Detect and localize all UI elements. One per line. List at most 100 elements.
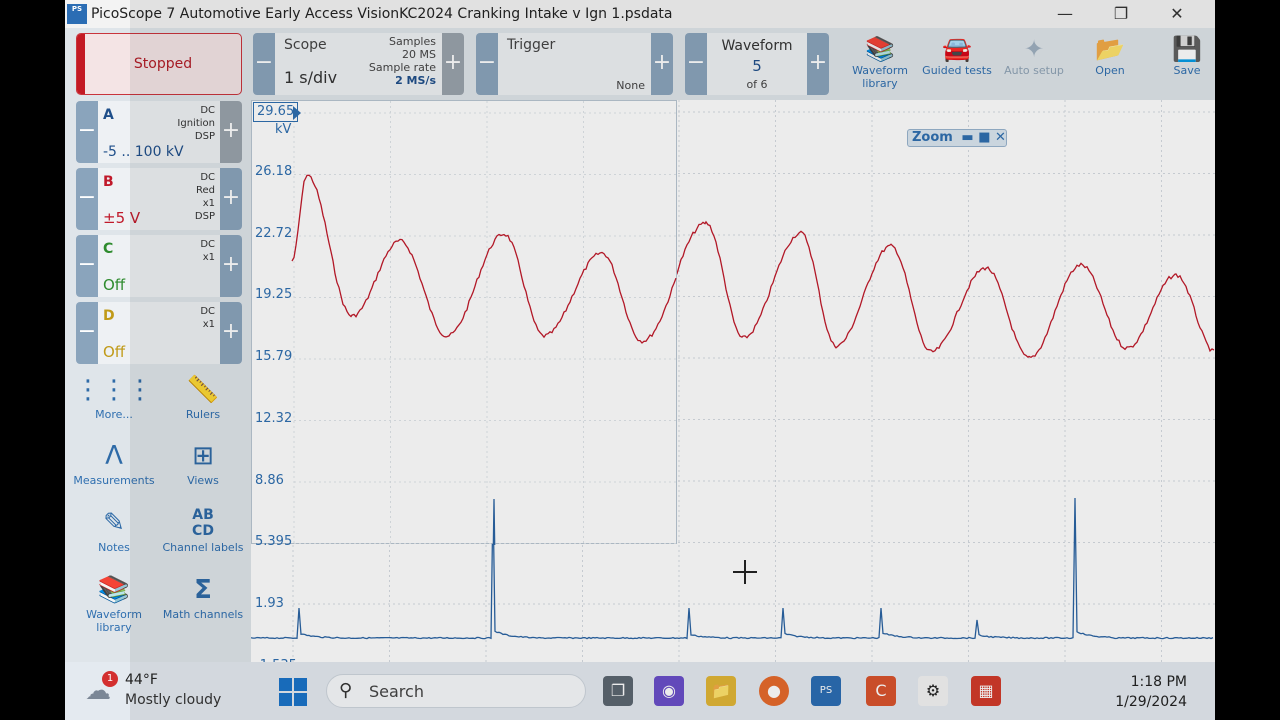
more-button[interactable]: ⋮⋮⋮ More... <box>69 372 159 421</box>
waveform-library-label: Waveform library <box>852 64 908 90</box>
app-logo-icon: PS <box>67 4 87 24</box>
channel-d-decrease-button[interactable]: − <box>76 302 98 364</box>
search-placeholder: Search <box>369 682 424 701</box>
scope-increase-button[interactable]: + <box>442 33 464 95</box>
open-label: Open <box>1095 64 1125 77</box>
scope-decrease-button[interactable]: − <box>253 33 275 95</box>
y-tick-label: 22.72 <box>255 225 293 241</box>
zoom-minimize-icon[interactable]: ▬ <box>961 130 973 145</box>
channel-a-decrease-button[interactable]: − <box>76 101 98 163</box>
app-piston-icon[interactable]: ⚙ <box>918 676 948 706</box>
weather-condition: Mostly cloudy <box>125 692 222 708</box>
guided-tests-button[interactable]: 🚘 Guided tests <box>922 34 992 96</box>
channel-labels-label: Channel labels <box>162 541 244 554</box>
app-grid-icon[interactable]: ▦ <box>971 676 1001 706</box>
windows-taskbar: ☁ 1 44°F Mostly cloudy ⚲ Search ❐ ◉ 📁 ● … <box>65 662 1215 720</box>
channel-b-range: ±5 V <box>103 209 141 227</box>
timebase-value: 1 s/div <box>284 68 338 87</box>
trigger-mode: None <box>616 79 645 92</box>
minimize-icon[interactable]: — <box>1037 0 1093 28</box>
waveform-next-button[interactable]: + <box>807 33 829 95</box>
save-button[interactable]: 💾 Save <box>1152 34 1215 96</box>
scope-label: Scope <box>284 37 327 53</box>
channel-b-extra: x1 DSP <box>194 198 215 222</box>
picoscope-taskbar-icon[interactable]: PS <box>811 676 841 706</box>
taskbar-clock[interactable]: 1:18 PM 1/29/2024 <box>1115 672 1187 712</box>
more-label: More... <box>95 408 133 421</box>
zoom-maximize-icon[interactable]: ■ <box>978 130 990 145</box>
trigger-decrease-button[interactable]: − <box>476 33 498 95</box>
y-tick-label: 5.395 <box>255 534 293 550</box>
y-tick-label: 8.86 <box>255 472 284 488</box>
zoom-overview-plot <box>291 101 678 545</box>
notes-label: Notes <box>98 541 130 554</box>
taskbar-search[interactable]: ⚲ Search <box>326 674 586 708</box>
zoom-overview-box[interactable]: Zoom ▬ ■ ✕ <box>907 129 1007 147</box>
grid-icon: ⊞ <box>192 441 214 471</box>
rulers-button[interactable]: 📏 Rulers <box>158 372 248 421</box>
measurements-button[interactable]: Λ Measurements <box>69 438 159 487</box>
channel-panel: − A DC Ignition DSP -5 .. 100 kV + − B D… <box>65 100 251 662</box>
file-explorer-icon[interactable]: 📁 <box>706 676 736 706</box>
channel-b-increase-button[interactable]: + <box>220 168 242 230</box>
waveform-previous-button[interactable]: − <box>685 33 707 95</box>
trigger-increase-button[interactable]: + <box>651 33 673 95</box>
waveform-control: − Waveform 5 of 6 + <box>685 33 829 95</box>
y-tick-label: 26.18 <box>255 164 293 179</box>
channel-d[interactable]: − D DC x1 Off + <box>76 302 242 364</box>
stopped-label: Stopped <box>133 56 193 72</box>
wand-icon: ✦ <box>1023 35 1045 63</box>
zoom-grid-lines <box>293 101 678 545</box>
clock-date: 1/29/2024 <box>1115 694 1187 710</box>
channel-d-label: D <box>103 308 115 324</box>
stopped-button[interactable]: Stopped <box>76 33 242 95</box>
scope-plot-area[interactable]: Zoom ▬ ■ ✕ 29.65 kV 26.18 22.72 19.25 15.79… <box>251 100 1215 673</box>
views-button[interactable]: ⊞ Views <box>158 438 248 487</box>
dots-grid-icon: ⋮⋮⋮ <box>75 375 153 405</box>
auto-setup-label: Auto setup <box>1004 64 1064 77</box>
channel-a-coupling: DC <box>200 105 215 116</box>
zoom-close-icon[interactable]: ✕ <box>995 130 1006 145</box>
task-view-icon[interactable]: ❐ <box>603 676 633 706</box>
channel-d-increase-button[interactable]: + <box>220 302 242 364</box>
channel-c-label: C <box>103 241 114 257</box>
channel-c-increase-button[interactable]: + <box>220 235 242 297</box>
y-axis-top-value[interactable]: 29.65 <box>253 102 299 122</box>
waveform-library-side-button[interactable]: 📚 Waveform library <box>69 572 159 634</box>
y-axis-unit: kV <box>275 122 292 137</box>
channel-a-increase-button[interactable]: + <box>220 101 242 163</box>
waveform-library-button[interactable]: 📚 Waveform library <box>845 34 915 96</box>
channel-c[interactable]: − C DC x1 Off + <box>76 235 242 297</box>
channel-d-info: DC x1 <box>200 305 215 331</box>
channel-b[interactable]: − B DC Red x1 DSP ±5 V + <box>76 168 242 230</box>
samples-label: Samples <box>389 35 436 48</box>
weather-widget[interactable]: ☁ 1 44°F Mostly cloudy <box>85 671 225 712</box>
sampling-info: Samples 20 MS Sample rate 2 MS/s <box>369 35 436 87</box>
channel-b-decrease-button[interactable]: − <box>76 168 98 230</box>
channel-b-probe: Red <box>196 185 215 196</box>
math-channels-button[interactable]: Σ Math channels <box>158 572 248 621</box>
channel-labels-button[interactable]: AB CD Channel labels <box>158 505 248 554</box>
axis-handle-icon[interactable] <box>293 106 301 120</box>
channel-b-coupling: DC <box>200 172 215 183</box>
sigma-icon: Σ <box>194 575 212 605</box>
channel-a[interactable]: − A DC Ignition DSP -5 .. 100 kV + <box>76 101 242 163</box>
channel-d-probe: x1 <box>202 319 215 330</box>
zoom-overview-window[interactable] <box>251 100 678 545</box>
channel-d-coupling: DC <box>200 306 215 317</box>
auto-setup-button[interactable]: ✦ Auto setup <box>999 34 1069 96</box>
books-icon: 📚 <box>97 575 131 605</box>
close-icon[interactable]: ✕ <box>1149 0 1205 28</box>
math-channels-label: Math channels <box>162 608 244 621</box>
meet-camera-icon[interactable]: ◉ <box>654 676 684 706</box>
app-c-icon[interactable]: C <box>866 676 896 706</box>
compass-icon: Λ <box>105 441 123 471</box>
open-button[interactable]: 📂 Open <box>1075 34 1145 96</box>
firefox-icon[interactable]: ● <box>759 676 789 706</box>
windows-start-icon[interactable] <box>279 678 307 706</box>
channel-c-decrease-button[interactable]: − <box>76 235 98 297</box>
trigger-control: − Trigger None + <box>476 33 673 95</box>
notes-button[interactable]: ✎ Notes <box>69 505 159 554</box>
channel-a-info: DC Ignition DSP <box>177 104 215 143</box>
restore-icon[interactable]: ❐ <box>1093 0 1149 28</box>
